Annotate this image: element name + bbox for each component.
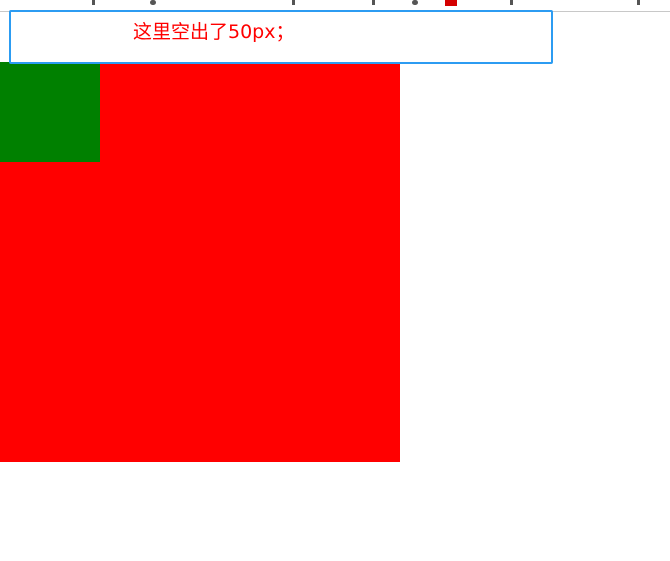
screenshot-page: 这里空出了50px； (0, 0, 670, 561)
toolbar-fragment (372, 0, 375, 5)
toolbar-fragment (150, 0, 156, 5)
outer-red-box (0, 62, 400, 462)
annotation-text: 这里空出了50px； (133, 21, 295, 43)
toolbar-fragment (637, 0, 640, 5)
toolbar-fragment (92, 0, 95, 5)
toolbar-fragment (412, 0, 418, 5)
toolbar-fragment (510, 0, 513, 5)
inner-green-box (0, 62, 100, 162)
toolbar-red-icon (445, 0, 457, 6)
toolbar-fragment (292, 0, 295, 5)
